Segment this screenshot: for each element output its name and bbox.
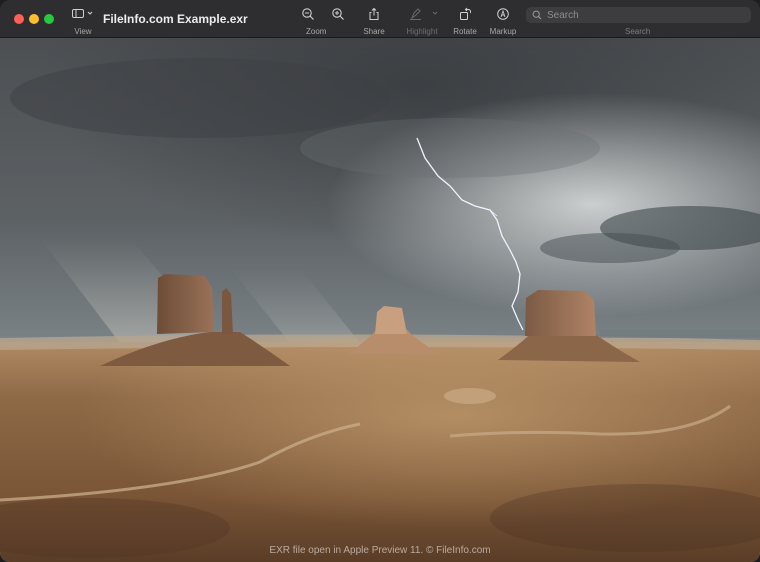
- search-icon: [532, 10, 542, 20]
- rotate-icon: [460, 7, 471, 20]
- zoom-out-icon: [302, 8, 314, 20]
- share-label: Share: [363, 27, 385, 36]
- markup-button[interactable]: Markup: [486, 6, 520, 36]
- search-label: Search: [625, 27, 651, 36]
- image-canvas[interactable]: [0, 38, 760, 562]
- zoom-out-button[interactable]: [296, 6, 320, 22]
- share-button[interactable]: Share: [360, 6, 388, 36]
- rotate-button[interactable]: Rotate: [450, 6, 480, 36]
- maximize-button[interactable]: [44, 14, 54, 24]
- search-field[interactable]: [526, 7, 751, 23]
- window-title: FileInfo.com Example.exr: [103, 12, 248, 26]
- share-icon: [369, 7, 379, 20]
- zoom-in-button[interactable]: [326, 6, 350, 22]
- rotate-label: Rotate: [453, 27, 477, 36]
- zoom-label: Zoom: [306, 27, 327, 36]
- zoom-in-icon: [332, 8, 344, 20]
- sidebar-icon: [72, 9, 93, 18]
- landscape-image: [0, 38, 760, 562]
- preview-window: View FileInfo.com Example.exr Zoom Share…: [0, 0, 760, 562]
- highlight-button[interactable]: Highlight: [402, 6, 442, 36]
- image-caption: EXR file open in Apple Preview 11. © Fil…: [269, 545, 491, 556]
- toolbar: View FileInfo.com Example.exr Zoom Share…: [0, 0, 760, 38]
- view-menu-button[interactable]: View: [70, 6, 96, 36]
- highlight-label: Highlight: [406, 27, 438, 36]
- search-input[interactable]: [547, 9, 737, 21]
- minimize-button[interactable]: [29, 14, 39, 24]
- markup-icon: [497, 8, 509, 20]
- close-button[interactable]: [14, 14, 24, 24]
- markup-label: Markup: [489, 27, 517, 36]
- view-label: View: [74, 27, 92, 36]
- highlighter-icon: [410, 8, 438, 20]
